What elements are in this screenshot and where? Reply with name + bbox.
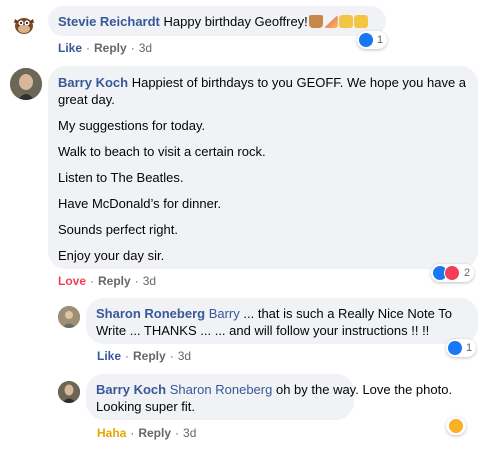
like-reaction-icon (448, 341, 462, 355)
comment-timestamp[interactable]: 3d (139, 41, 152, 55)
reply-author[interactable]: Sharon Roneberg (96, 306, 205, 321)
reaction-count-2[interactable]: 2 (431, 264, 475, 282)
reply-bubble-1: Sharon Roneberg Barry ... that is such a… (86, 298, 478, 344)
reply-bubble-2: Barry Koch Sharon Roneberg oh by the way… (86, 374, 452, 420)
comment-timestamp[interactable]: 3d (178, 349, 191, 363)
comment-paragraph: My suggestions for today. (58, 118, 206, 133)
love-reaction-icon (444, 265, 460, 281)
reply-text: Write ... THANKS ... ... and will follow… (96, 323, 430, 338)
birthday-cake-emoji-icon (308, 15, 323, 28)
comment-paragraph: Happiest of birthdays to you GEOFF. We h… (131, 75, 467, 90)
reply-action[interactable]: Reply (133, 349, 166, 363)
reply-author[interactable]: Barry Koch (96, 382, 166, 397)
reply-action[interactable]: Reply (94, 41, 127, 55)
reaction-count-1[interactable]: 1 (357, 31, 388, 49)
comment-paragraph: great day. (58, 92, 115, 107)
comment-paragraph: Have McDonald’s for dinner. (58, 196, 222, 211)
comment-bubble-1: Stevie Reichardt Happy birthday Geoffrey… (48, 6, 386, 36)
haha-action[interactable]: Haha (97, 426, 126, 440)
comment-paragraph: Walk to beach to visit a certain rock. (58, 144, 266, 159)
taz-avatar-icon (14, 18, 34, 34)
love-action[interactable]: Love (58, 274, 86, 288)
comment-paragraph: Sounds perfect right. (58, 222, 178, 237)
reaction-count-3[interactable]: 1 (446, 339, 477, 357)
reply-text: ... that is such a Really Nice Note To (243, 306, 452, 321)
haha-reaction-icon (449, 419, 463, 433)
avatar-stevie[interactable] (10, 10, 38, 38)
barry-avatar-icon (58, 381, 80, 403)
comment-author[interactable]: Barry Koch (58, 75, 128, 90)
avatar-barry[interactable] (58, 381, 80, 403)
comment-timestamp[interactable]: 3d (143, 274, 156, 288)
reply-text: oh by the way. Love the photo. (275, 382, 453, 397)
mention-link[interactable]: Sharon Roneberg (170, 382, 273, 397)
reply-action[interactable]: Reply (98, 274, 131, 288)
comment-paragraph: Enjoy your day sir. (58, 248, 165, 263)
comment-text: Happy birthday Geoffrey! (163, 14, 308, 29)
avatar-sharon[interactable] (58, 306, 80, 328)
party-popper-emoji-icon (323, 15, 338, 28)
mention-link[interactable]: Barry (209, 306, 240, 321)
reply-action[interactable]: Reply (138, 426, 171, 440)
reply-text: Looking super fit. (96, 399, 196, 414)
like-reaction-icon (359, 33, 373, 47)
avatar-barry[interactable] (10, 68, 42, 100)
like-action[interactable]: Like (58, 41, 82, 55)
like-action[interactable]: Like (97, 349, 121, 363)
comment-bubble-2: Barry Koch Happiest of birthdays to you … (48, 66, 478, 269)
comment-author[interactable]: Stevie Reichardt (58, 14, 160, 29)
barry-avatar-icon (10, 68, 42, 100)
reaction-haha[interactable] (446, 417, 466, 435)
comment-actions-2: Love · Reply · 3d (58, 274, 157, 288)
comment-actions-1: Like · Reply · 3d (58, 41, 153, 55)
comment-paragraph: Listen to The Beatles. (58, 170, 184, 185)
beer-mugs-emoji-icon (338, 15, 353, 28)
comment-timestamp[interactable]: 3d (183, 426, 196, 440)
reply-actions-2: Haha · Reply · 3d (97, 426, 197, 440)
beer-mugs-emoji-icon (353, 15, 368, 28)
reply-actions-1: Like · Reply · 3d (97, 349, 192, 363)
sharon-avatar-icon (58, 306, 80, 328)
